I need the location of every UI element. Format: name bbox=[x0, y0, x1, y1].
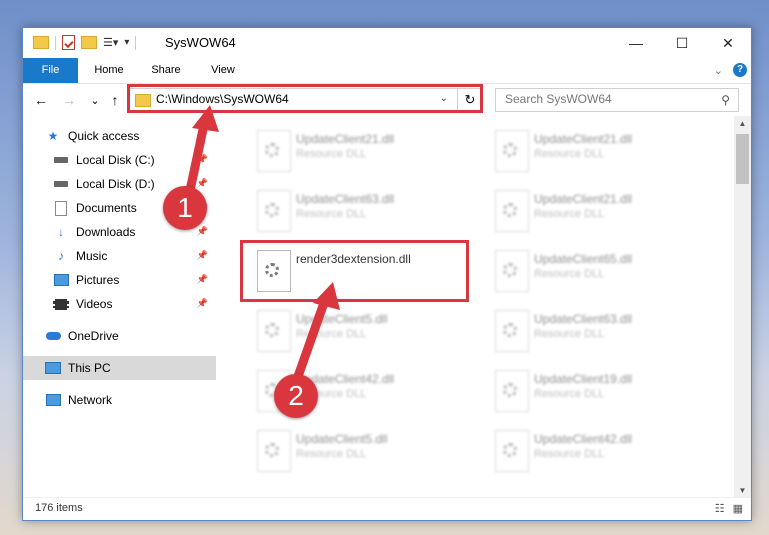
annotation-arrows bbox=[183, 105, 340, 390]
step-2-marker: 2 bbox=[274, 374, 318, 418]
arrow-2-head bbox=[313, 282, 340, 310]
step-1-marker: 1 bbox=[163, 186, 207, 230]
arrow-2 bbox=[290, 295, 330, 390]
arrow-1-head bbox=[192, 105, 219, 132]
